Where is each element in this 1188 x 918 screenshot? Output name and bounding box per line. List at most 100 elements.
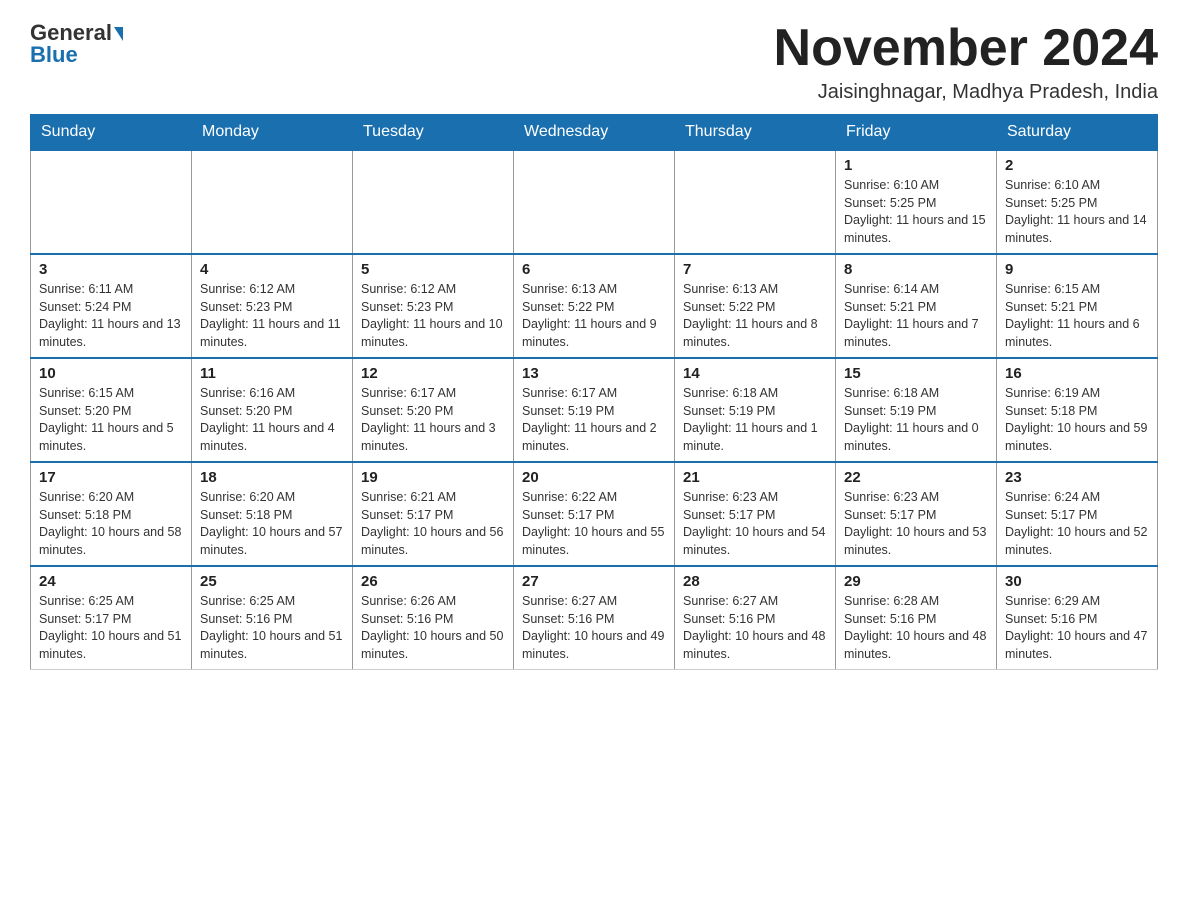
calendar-cell-w1-d2: [192, 150, 353, 254]
calendar-cell-w5-d3: 26Sunrise: 6:26 AMSunset: 5:16 PMDayligh…: [353, 566, 514, 670]
calendar-cell-w3-d2: 11 Sunrise: 6:16 AMSunset: 5:20 PMDayligh…: [192, 358, 353, 462]
calendar-cell-w1-d1: [31, 150, 192, 254]
day-number: 21: [683, 469, 827, 486]
day-number: 25: [200, 573, 344, 590]
calendar-week-3: 10 Sunrise: 6:15 AMSunset: 5:20 PMDayligh…: [31, 358, 1158, 462]
logo-arrow-icon: [114, 27, 123, 41]
calendar-table: Sunday Monday Tuesday Wednesday Thursday…: [30, 114, 1158, 670]
page-header: General Blue November 2024 Jaisinghnagar…: [30, 20, 1158, 104]
day-info: Sunrise: 6:12 AMSunset: 5:23 PMDaylight:…: [200, 281, 344, 351]
calendar-cell-w2-d5: 7Sunrise: 6:13 AMSunset: 5:22 PMDaylight…: [675, 254, 836, 358]
day-info: Sunrise: 6:10 AMSunset: 5:25 PMDaylight:…: [1005, 177, 1149, 247]
col-thursday: Thursday: [675, 115, 836, 151]
day-number: 17: [39, 469, 183, 486]
day-number: 18: [200, 469, 344, 486]
day-number: 5: [361, 261, 505, 278]
calendar-cell-w4-d3: 19 Sunrise: 6:21 AMSunset: 5:17 PMDayligh…: [353, 462, 514, 566]
day-number: 3: [39, 261, 183, 278]
day-info: Sunrise: 6:23 AMSunset: 5:17 PMDaylight:…: [844, 489, 988, 559]
calendar-cell-w2-d3: 5 Sunrise: 6:12 AMSunset: 5:23 PMDaylight…: [353, 254, 514, 358]
day-number: 8: [844, 261, 988, 278]
calendar-cell-w3-d5: 14 Sunrise: 6:18 AMSunset: 5:19 PMDayligh…: [675, 358, 836, 462]
calendar-week-1: 1 Sunrise: 6:10 AMSunset: 5:25 PMDaylight…: [31, 150, 1158, 254]
calendar-week-5: 24 Sunrise: 6:25 AMSunset: 5:17 PMDayligh…: [31, 566, 1158, 670]
day-number: 11: [200, 365, 344, 382]
calendar-cell-w1-d5: [675, 150, 836, 254]
day-number: 22: [844, 469, 988, 486]
day-number: 7: [683, 261, 827, 278]
calendar-cell-w4-d1: 17 Sunrise: 6:20 AMSunset: 5:18 PMDayligh…: [31, 462, 192, 566]
day-number: 20: [522, 469, 666, 486]
calendar-cell-w5-d7: 30Sunrise: 6:29 AMSunset: 5:16 PMDayligh…: [997, 566, 1158, 670]
day-info: Sunrise: 6:18 AMSunset: 5:19 PMDaylight:…: [844, 385, 988, 455]
day-info: Sunrise: 6:18 AMSunset: 5:19 PMDaylight:…: [683, 385, 827, 455]
day-info: Sunrise: 6:22 AMSunset: 5:17 PMDaylight:…: [522, 489, 666, 559]
day-info: Sunrise: 6:19 AMSunset: 5:18 PMDaylight:…: [1005, 385, 1149, 455]
day-info: Sunrise: 6:21 AMSunset: 5:17 PMDaylight:…: [361, 489, 505, 559]
day-info: Sunrise: 6:25 AMSunset: 5:17 PMDaylight:…: [39, 593, 183, 663]
month-title: November 2024: [774, 20, 1158, 77]
calendar-cell-w4-d7: 23 Sunrise: 6:24 AMSunset: 5:17 PMDayligh…: [997, 462, 1158, 566]
calendar-cell-w1-d6: 1 Sunrise: 6:10 AMSunset: 5:25 PMDaylight…: [836, 150, 997, 254]
col-wednesday: Wednesday: [514, 115, 675, 151]
calendar-cell-w4-d6: 22 Sunrise: 6:23 AMSunset: 5:17 PMDayligh…: [836, 462, 997, 566]
calendar-cell-w5-d1: 24 Sunrise: 6:25 AMSunset: 5:17 PMDayligh…: [31, 566, 192, 670]
day-info: Sunrise: 6:10 AMSunset: 5:25 PMDaylight:…: [844, 177, 988, 247]
day-info: Sunrise: 6:17 AMSunset: 5:19 PMDaylight:…: [522, 385, 666, 455]
day-info: Sunrise: 6:24 AMSunset: 5:17 PMDaylight:…: [1005, 489, 1149, 559]
day-number: 23: [1005, 469, 1149, 486]
calendar-cell-w2-d1: 3 Sunrise: 6:11 AMSunset: 5:24 PMDaylight…: [31, 254, 192, 358]
calendar-cell-w5-d5: 28Sunrise: 6:27 AMSunset: 5:16 PMDayligh…: [675, 566, 836, 670]
calendar-cell-w5-d2: 25 Sunrise: 6:25 AMSunset: 5:16 PMDayligh…: [192, 566, 353, 670]
day-number: 19: [361, 469, 505, 486]
calendar-cell-w2-d6: 8 Sunrise: 6:14 AMSunset: 5:21 PMDaylight…: [836, 254, 997, 358]
calendar-cell-w3-d7: 16 Sunrise: 6:19 AMSunset: 5:18 PMDayligh…: [997, 358, 1158, 462]
day-info: Sunrise: 6:15 AMSunset: 5:20 PMDaylight:…: [39, 385, 183, 455]
day-number: 14: [683, 365, 827, 382]
day-number: 9: [1005, 261, 1149, 278]
day-info: Sunrise: 6:28 AMSunset: 5:16 PMDaylight:…: [844, 593, 988, 663]
day-info: Sunrise: 6:17 AMSunset: 5:20 PMDaylight:…: [361, 385, 505, 455]
day-info: Sunrise: 6:11 AMSunset: 5:24 PMDaylight:…: [39, 281, 183, 351]
day-number: 6: [522, 261, 666, 278]
col-saturday: Saturday: [997, 115, 1158, 151]
day-info: Sunrise: 6:13 AMSunset: 5:22 PMDaylight:…: [522, 281, 666, 351]
calendar-header-row: Sunday Monday Tuesday Wednesday Thursday…: [31, 115, 1158, 151]
calendar-cell-w1-d7: 2 Sunrise: 6:10 AMSunset: 5:25 PMDaylight…: [997, 150, 1158, 254]
day-info: Sunrise: 6:15 AMSunset: 5:21 PMDaylight:…: [1005, 281, 1149, 351]
day-info: Sunrise: 6:20 AMSunset: 5:18 PMDaylight:…: [39, 489, 183, 559]
calendar-cell-w3-d1: 10 Sunrise: 6:15 AMSunset: 5:20 PMDayligh…: [31, 358, 192, 462]
calendar-cell-w5-d6: 29 Sunrise: 6:28 AMSunset: 5:16 PMDayligh…: [836, 566, 997, 670]
calendar-cell-w4-d5: 21 Sunrise: 6:23 AMSunset: 5:17 PMDayligh…: [675, 462, 836, 566]
col-sunday: Sunday: [31, 115, 192, 151]
day-info: Sunrise: 6:26 AMSunset: 5:16 PMDaylight:…: [361, 593, 505, 663]
day-info: Sunrise: 6:27 AMSunset: 5:16 PMDaylight:…: [522, 593, 666, 663]
day-info: Sunrise: 6:12 AMSunset: 5:23 PMDaylight:…: [361, 281, 505, 351]
col-friday: Friday: [836, 115, 997, 151]
day-number: 27: [522, 573, 666, 590]
logo: General Blue: [30, 20, 123, 68]
calendar-cell-w1-d3: [353, 150, 514, 254]
calendar-cell-w4-d4: 20 Sunrise: 6:22 AMSunset: 5:17 PMDayligh…: [514, 462, 675, 566]
day-number: 16: [1005, 365, 1149, 382]
calendar-cell-w2-d4: 6 Sunrise: 6:13 AMSunset: 5:22 PMDaylight…: [514, 254, 675, 358]
day-number: 28: [683, 573, 827, 590]
day-info: Sunrise: 6:23 AMSunset: 5:17 PMDaylight:…: [683, 489, 827, 559]
day-info: Sunrise: 6:16 AMSunset: 5:20 PMDaylight:…: [200, 385, 344, 455]
day-number: 10: [39, 365, 183, 382]
day-number: 2: [1005, 157, 1149, 174]
day-number: 1: [844, 157, 988, 174]
location-title: Jaisinghnagar, Madhya Pradesh, India: [774, 81, 1158, 104]
day-number: 4: [200, 261, 344, 278]
day-info: Sunrise: 6:20 AMSunset: 5:18 PMDaylight:…: [200, 489, 344, 559]
day-info: Sunrise: 6:14 AMSunset: 5:21 PMDaylight:…: [844, 281, 988, 351]
calendar-cell-w2-d2: 4 Sunrise: 6:12 AMSunset: 5:23 PMDaylight…: [192, 254, 353, 358]
day-number: 24: [39, 573, 183, 590]
calendar-cell-w3-d4: 13 Sunrise: 6:17 AMSunset: 5:19 PMDayligh…: [514, 358, 675, 462]
day-number: 29: [844, 573, 988, 590]
day-number: 13: [522, 365, 666, 382]
day-number: 12: [361, 365, 505, 382]
day-number: 15: [844, 365, 988, 382]
day-info: Sunrise: 6:25 AMSunset: 5:16 PMDaylight:…: [200, 593, 344, 663]
calendar-cell-w2-d7: 9 Sunrise: 6:15 AMSunset: 5:21 PMDaylight…: [997, 254, 1158, 358]
